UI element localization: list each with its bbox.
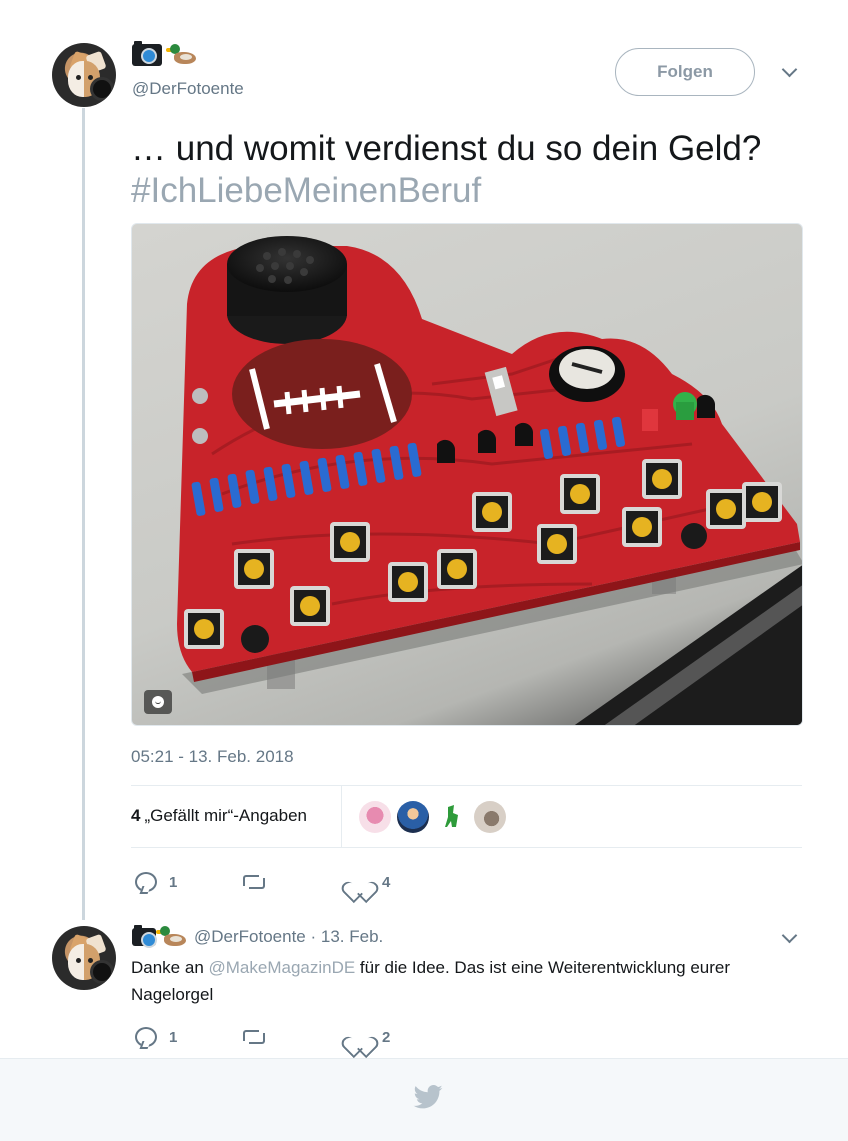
liker-avatar[interactable] (474, 801, 506, 833)
media-tag-icon[interactable] (144, 690, 172, 714)
author-avatar[interactable] (52, 43, 116, 107)
thread-connector-line (82, 108, 85, 920)
duck-emoji (166, 44, 198, 66)
camera-emoji (132, 41, 162, 66)
embed-footer (0, 1058, 848, 1141)
liker-avatar[interactable] (397, 801, 429, 833)
reply-text-start: Danke an (131, 958, 209, 977)
reply-text: Danke an @MakeMagazinDE für die Idee. Da… (131, 954, 811, 1008)
like-button[interactable]: 4 (348, 870, 390, 894)
likes-summary: 4 „Gefällt mir“-Angaben (131, 785, 802, 848)
reply-author-avatar[interactable] (52, 926, 116, 990)
chevron-down-icon[interactable] (782, 64, 796, 78)
liker-avatar[interactable] (359, 801, 391, 833)
like-icon (348, 872, 370, 892)
author-display-name[interactable] (132, 41, 198, 66)
reply-icon (135, 872, 157, 892)
twitter-bird-icon[interactable] (413, 1085, 443, 1109)
tweet-body: … und womit verdienst du so dein Geld? (131, 129, 762, 168)
chevron-down-icon[interactable] (782, 930, 796, 944)
like-button[interactable]: 2 (348, 1025, 390, 1049)
like-icon (348, 1027, 370, 1047)
retweet-icon (241, 1027, 267, 1047)
reply-button[interactable]: 1 (135, 870, 177, 894)
retweet-icon (241, 872, 267, 892)
like-count: 2 (382, 1028, 391, 1046)
duck-emoji (156, 926, 188, 948)
author-handle[interactable]: @DerFotoente (132, 79, 244, 99)
retweet-button[interactable] (241, 870, 279, 894)
reply-header: @DerFotoente · 13. Feb. (132, 925, 383, 948)
liker-avatar[interactable] (436, 801, 468, 833)
pcb-photo-illustration (177, 236, 802, 725)
like-count: 4 (382, 873, 391, 891)
reply-separator: · (305, 927, 321, 946)
likes-count: 4 (131, 806, 141, 825)
reply-date[interactable]: 13. Feb. (321, 927, 383, 947)
tweet-photo[interactable] (131, 223, 803, 726)
reply-count: 1 (169, 1028, 178, 1046)
camera-emoji (132, 925, 157, 948)
mention-link[interactable]: @MakeMagazinDE (209, 958, 356, 977)
reply-icon (135, 1027, 157, 1047)
hashtag-link[interactable]: #IchLiebeMeinenBeruf (131, 170, 821, 212)
retweet-button[interactable] (241, 1025, 279, 1049)
reply-count: 1 (169, 873, 178, 891)
follow-button[interactable]: Folgen (615, 48, 755, 96)
stats-divider (341, 786, 342, 848)
reply-author-handle[interactable]: @DerFotoente (194, 927, 306, 947)
likes-text: „Gefällt mir“-Angaben (144, 806, 307, 825)
reply-button[interactable]: 1 (135, 1025, 177, 1049)
tweet-text: … und womit verdienst du so dein Geld? #… (131, 128, 821, 212)
likes-label[interactable]: 4 „Gefällt mir“-Angaben (131, 806, 307, 826)
tweet-timestamp[interactable]: 05:21 - 13. Feb. 2018 (131, 747, 294, 767)
